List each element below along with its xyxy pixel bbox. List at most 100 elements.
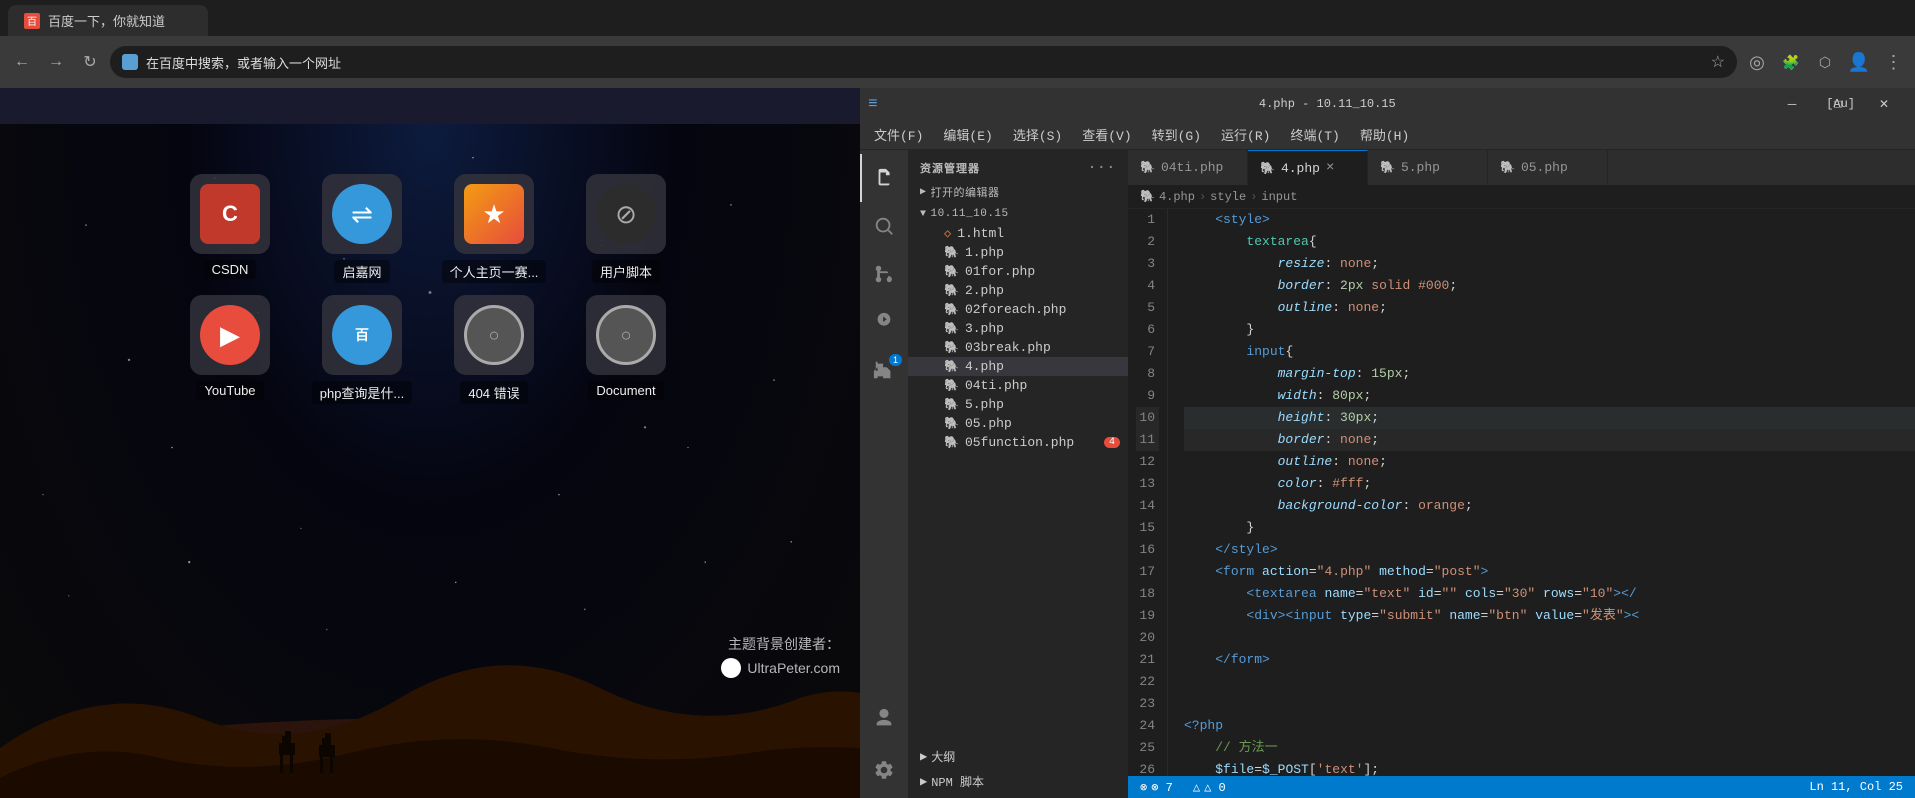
file-05php[interactable]: 🐘 05.php xyxy=(908,414,1128,433)
menu-edit[interactable]: 编辑(E) xyxy=(933,121,1002,148)
breadcrumb-input[interactable]: input xyxy=(1261,190,1297,204)
shortcut-profile[interactable]: ★ 个人主页一赛... xyxy=(434,174,554,283)
file-1html[interactable]: ◇ 1.html xyxy=(908,224,1128,243)
file-04ti[interactable]: 🐘 04ti.php xyxy=(908,376,1128,395)
ln-1: 1 xyxy=(1136,209,1159,231)
status-warnings[interactable]: △ △ 0 xyxy=(1189,780,1230,795)
refresh-button[interactable]: ↻ xyxy=(76,48,104,76)
vscode-logo-icon: ≡ xyxy=(868,95,878,113)
menu-terminal[interactable]: 终端(T) xyxy=(1280,121,1349,148)
menu-goto[interactable]: 转到(G) xyxy=(1142,121,1211,148)
debug-icon[interactable] xyxy=(860,298,908,346)
csdn-icon: C xyxy=(200,184,260,244)
menu-view[interactable]: 查看(V) xyxy=(1072,121,1141,148)
tab-04ti[interactable]: 🐘 04ti.php xyxy=(1128,150,1248,185)
status-line-col[interactable]: Ln 11, Col 25 xyxy=(1805,780,1907,794)
menu-select[interactable]: 选择(S) xyxy=(1003,121,1072,148)
forward-button[interactable]: → xyxy=(42,48,70,76)
menu-help[interactable]: 帮助(H) xyxy=(1350,121,1419,148)
puzzle-icon[interactable]: ⬡ xyxy=(1811,48,1839,76)
tab-5php[interactable]: 🐘 5.php xyxy=(1368,150,1488,185)
file-5php[interactable]: 🐘 5.php xyxy=(908,395,1128,414)
code-content[interactable]: <style> textarea{ resize: none; border: … xyxy=(1168,209,1915,776)
menu-file[interactable]: 文件(F) xyxy=(864,121,933,148)
code-line-2: textarea{ xyxy=(1184,231,1915,253)
youtube-shortcut-icon: ▶ xyxy=(200,305,260,365)
bottom-section: ▶ 大纲 ▶ NPM 脚本 xyxy=(908,740,1128,798)
php-file-icon-8: 🐘 xyxy=(944,378,959,393)
ln-23: 23 xyxy=(1136,693,1159,715)
outline-section[interactable]: ▶ 大纲 xyxy=(908,744,1128,769)
address-bar[interactable]: 在百度中搜索，或者输入一个网址 ☆ xyxy=(110,46,1737,78)
star-icon[interactable]: ☆ xyxy=(1711,52,1725,72)
back-button[interactable]: ← xyxy=(8,48,36,76)
menu-run[interactable]: 运行(R) xyxy=(1211,121,1280,148)
shortcut-csdn[interactable]: C CSDN xyxy=(170,174,290,283)
folder-arrow: ▼ xyxy=(920,209,927,220)
watermark-text2: UltraPeter.com xyxy=(747,660,840,676)
code-line-14: background-color: orange; xyxy=(1184,495,1915,517)
settings-icon[interactable] xyxy=(860,746,908,794)
code-line-18: <textarea name="text" id="" cols="30" ro… xyxy=(1184,583,1915,605)
shortcut-profile-icon-wrap: ★ xyxy=(454,174,534,254)
new-file-icon[interactable]: ··· xyxy=(1088,160,1116,176)
file-2php-name: 2.php xyxy=(965,283,1120,298)
extensions-icon[interactable]: 1 xyxy=(860,346,908,394)
npm-scripts-section[interactable]: ▶ NPM 脚本 xyxy=(908,769,1128,794)
explorer-icon[interactable] xyxy=(860,154,908,202)
breadcrumb-style[interactable]: style xyxy=(1210,190,1246,204)
status-bar: ⊗ ⊗ 7 △ △ 0 Ln 11, Col 25 xyxy=(1128,776,1915,798)
minimize-button[interactable]: ─ xyxy=(1769,88,1815,120)
file-4php-name: 4.php xyxy=(965,359,1120,374)
tab-05php[interactable]: 🐘 05.php xyxy=(1488,150,1608,185)
source-control-icon[interactable] xyxy=(860,250,908,298)
code-line-10: height: 30px; xyxy=(1184,407,1915,429)
file-1php[interactable]: 🐘 1.php xyxy=(908,243,1128,262)
file-05function[interactable]: 🐘 05function.php 4 xyxy=(908,433,1128,452)
shortcut-qijia[interactable]: ⇌ 启嘉网 xyxy=(302,174,422,283)
tab-5php-icon: 🐘 xyxy=(1380,160,1395,175)
status-errors[interactable]: ⊗ ⊗ 7 xyxy=(1136,780,1177,795)
tab-4php-close[interactable]: × xyxy=(1326,160,1334,176)
code-line-23 xyxy=(1184,693,1915,715)
tab-4php[interactable]: 🐘 4.php × xyxy=(1248,150,1368,185)
code-line-11: border: none; xyxy=(1184,429,1915,451)
profile-icon[interactable]: ◎ xyxy=(1743,48,1771,76)
file-5php-name: 5.php xyxy=(965,397,1120,412)
file-1php-name: 1.php xyxy=(965,245,1120,260)
shortcut-youtube[interactable]: ▶ YouTube xyxy=(170,295,290,404)
folder-label: 10.11_10.15 xyxy=(931,208,1009,220)
shortcut-document[interactable]: ○ Document xyxy=(566,295,686,404)
file-tree: ◇ 1.html 🐘 1.php 🐘 01for.php 🐘 2.php xyxy=(908,224,1128,740)
file-02foreach[interactable]: 🐘 02foreach.php xyxy=(908,300,1128,319)
folder-section[interactable]: ▼ 10.11_10.15 xyxy=(908,204,1128,224)
browser-page: C CSDN ⇌ 启嘉网 ★ 个人主页一赛... xyxy=(0,88,860,798)
account-icon[interactable] xyxy=(860,694,908,742)
php-file-icon-11: 🐘 xyxy=(944,435,959,450)
shortcut-phpquery[interactable]: 百 php查询是什... xyxy=(302,295,422,404)
file-03break[interactable]: 🐘 03break.php xyxy=(908,338,1128,357)
file-4php[interactable]: 🐘 4.php xyxy=(908,357,1128,376)
search-icon[interactable] xyxy=(860,202,908,250)
file-01for[interactable]: 🐘 01for.php xyxy=(908,262,1128,281)
shortcut-404-icon-wrap: ○ xyxy=(454,295,534,375)
opened-editors-section[interactable]: ▶ 打开的编辑器 xyxy=(908,180,1128,204)
ln-26: 26 xyxy=(1136,759,1159,776)
file-03break-name: 03break.php xyxy=(965,340,1120,355)
file-3php[interactable]: 🐘 3.php xyxy=(908,319,1128,338)
code-line-25: // 方法一 xyxy=(1184,737,1915,759)
shortcut-userscript[interactable]: ⊘ 用户脚本 xyxy=(566,174,686,283)
code-line-7: input{ xyxy=(1184,341,1915,363)
close-button[interactable]: ✕ xyxy=(1861,88,1907,120)
file-2php[interactable]: 🐘 2.php xyxy=(908,281,1128,300)
menu-dots[interactable]: ⋮ xyxy=(1879,48,1907,76)
user-avatar[interactable]: 👤 xyxy=(1845,48,1873,76)
php-file-icon-2: 🐘 xyxy=(944,264,959,279)
vscode-titlebar: ≡ 4.php - 10.11_10.15 ─ □ ✕ [Au] xyxy=(860,88,1915,120)
shortcut-404[interactable]: ○ 404 错误 xyxy=(434,295,554,404)
breadcrumb-file[interactable]: 4.php xyxy=(1159,190,1195,204)
shortcut-404-label: 404 错误 xyxy=(460,381,527,404)
extension-icon[interactable]: 🧩 xyxy=(1777,48,1805,76)
shortcuts-grid: C CSDN ⇌ 启嘉网 ★ 个人主页一赛... xyxy=(170,174,690,404)
browser-tab-active[interactable]: 百 百度一下，你就知道 xyxy=(8,5,208,36)
